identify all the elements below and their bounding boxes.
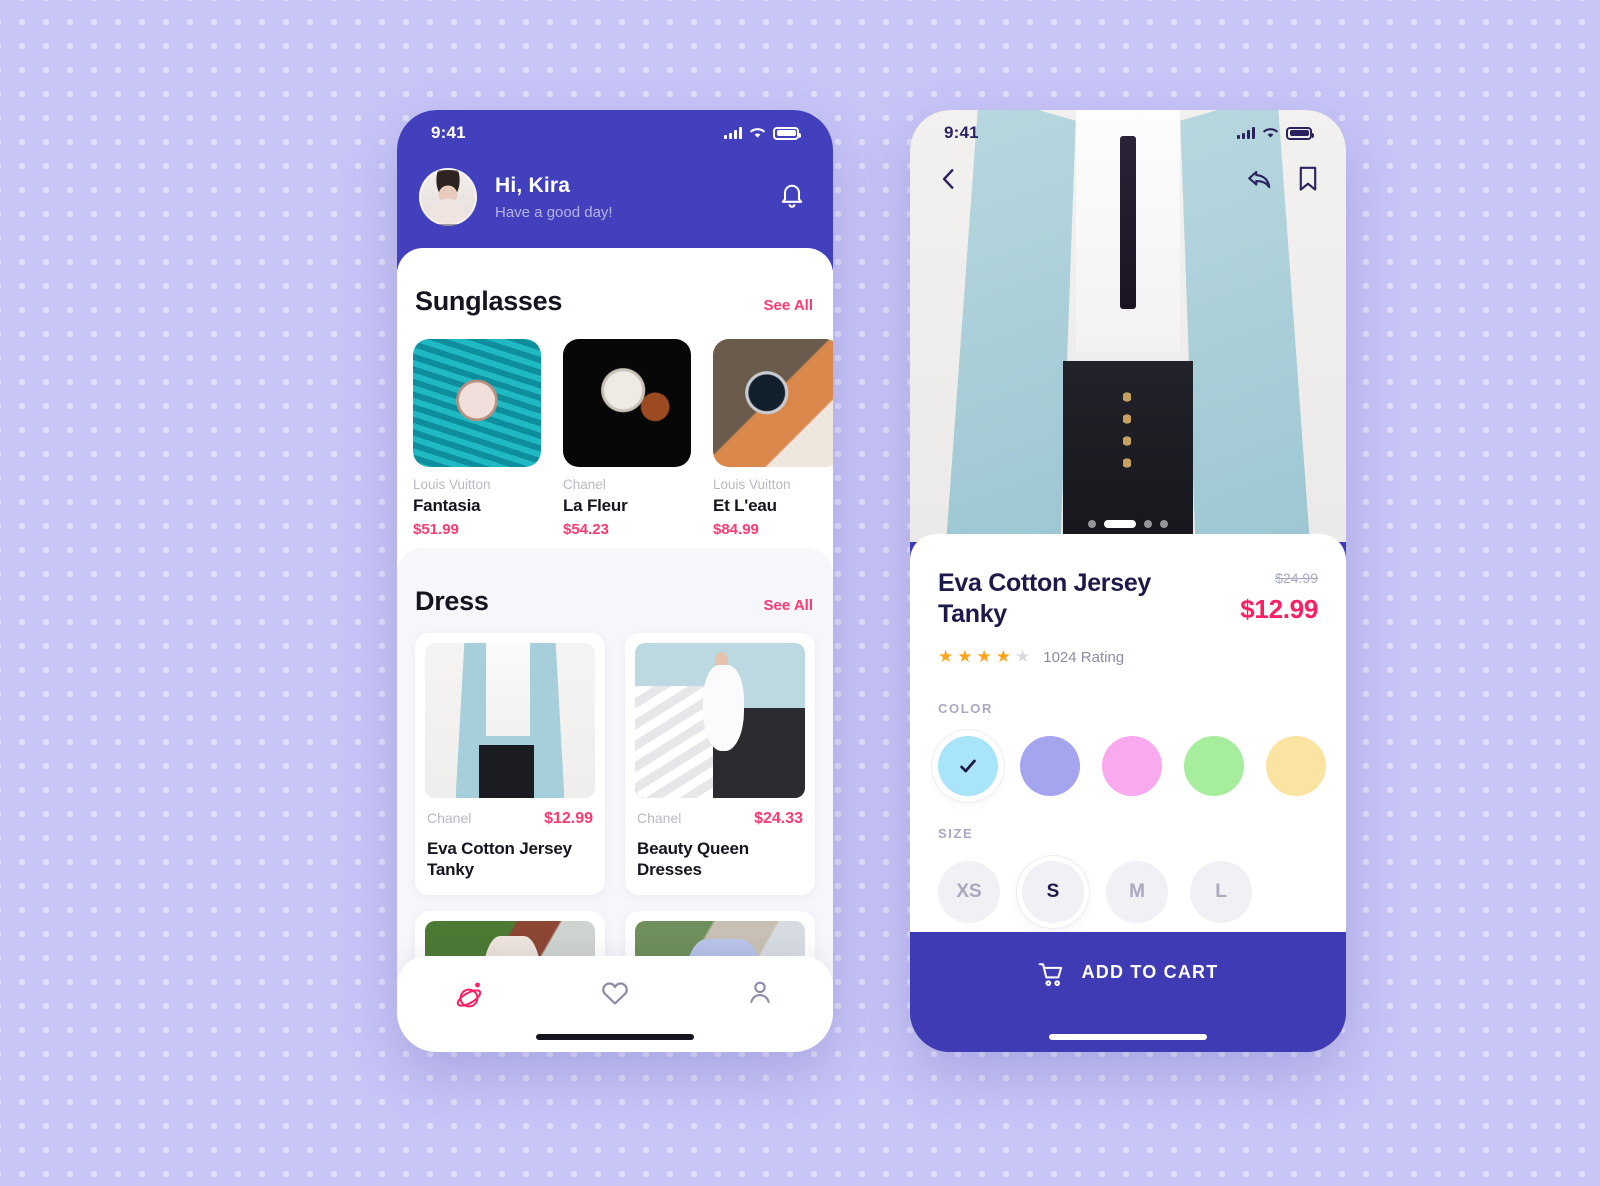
home-indicator: [536, 1034, 694, 1040]
rating-count: 1024 Rating: [1043, 648, 1125, 666]
gallery-dot[interactable]: [1160, 520, 1168, 528]
cellular-signal-icon: [1237, 127, 1255, 139]
battery-icon: [1286, 126, 1314, 140]
price-block: $24.99 $12.99: [1240, 568, 1318, 625]
product-name: Et L'eau: [713, 496, 777, 515]
product-brand: Chanel: [427, 810, 472, 826]
shopping-cart-icon: [1038, 962, 1066, 993]
star-rating: ★ ★ ★ ★ ★: [938, 647, 1031, 667]
see-all-link-dress[interactable]: See All: [764, 597, 813, 614]
gallery-dot-active[interactable]: [1104, 520, 1136, 528]
product-name: Eva Cotton Jersey Tanky: [427, 839, 572, 880]
size-options: XS S M L: [938, 861, 1318, 923]
greeting-name: Hi, Kira: [495, 173, 571, 197]
current-price: $12.99: [1240, 594, 1318, 624]
product-thumbnail: [413, 339, 541, 467]
battery-icon: [773, 126, 801, 140]
star-icon: ★: [957, 647, 974, 666]
product-price: $84.99: [713, 521, 759, 538]
product-card[interactable]: Louis Vuitton Et L'eau $84.99: [713, 339, 833, 538]
chevron-left-icon[interactable]: [936, 166, 962, 197]
check-icon: [960, 759, 976, 773]
product-card[interactable]: Louis Vuitton Fantasia $51.99: [413, 339, 541, 538]
wifi-icon: [1262, 127, 1279, 139]
status-bar-icons: [1237, 126, 1314, 140]
color-swatch-light-blue[interactable]: [938, 736, 998, 796]
product-price: $54.23: [563, 521, 609, 538]
section-sunglasses: Sunglasses See All Louis Vuitton Fantasi…: [397, 248, 833, 548]
phone-product-detail: 9:41 Eva Cotton Jersey Tanky $24.99 $12.…: [910, 110, 1346, 1052]
see-all-link-sunglasses[interactable]: See All: [764, 297, 813, 314]
rating-row: ★ ★ ★ ★ ★ 1024 Rating: [938, 647, 1318, 667]
product-brand: Chanel: [563, 477, 606, 492]
section-title: Sunglasses: [415, 286, 563, 316]
product-thumbnail: [563, 339, 691, 467]
star-icon-empty: ★: [1015, 647, 1032, 666]
product-thumbnail: [635, 643, 805, 798]
product-brand: Chanel: [637, 810, 682, 826]
product-thumbnail: [425, 643, 595, 798]
greeting-subtitle: Have a good day!: [495, 203, 613, 221]
bell-icon[interactable]: [779, 182, 805, 215]
home-indicator: [1049, 1034, 1207, 1040]
star-icon: ★: [995, 647, 1012, 666]
detail-top-bar: [910, 154, 1346, 208]
color-swatch-yellow[interactable]: [1266, 736, 1326, 796]
product-brand: Louis Vuitton: [713, 477, 791, 492]
share-reply-icon[interactable]: [1246, 166, 1274, 197]
color-label: COLOR: [938, 701, 993, 716]
status-bar-detail: 9:41: [910, 110, 1346, 156]
product-price: $24.33: [754, 810, 803, 827]
section-header-sunglasses: Sunglasses See All: [397, 248, 833, 317]
color-swatch-periwinkle[interactable]: [1020, 736, 1080, 796]
sunglasses-product-row[interactable]: Louis Vuitton Fantasia $51.99 Chanel La …: [397, 317, 833, 538]
size-option-s[interactable]: S: [1022, 861, 1084, 923]
add-to-cart-label: ADD TO CART: [1081, 962, 1219, 982]
gallery-dot[interactable]: [1144, 520, 1152, 528]
star-icon: ★: [938, 647, 955, 666]
product-title-row: Eva Cotton Jersey Tanky $24.99 $12.99: [938, 568, 1318, 629]
old-price: $24.99: [1275, 570, 1318, 586]
size-option-m[interactable]: M: [1106, 861, 1168, 923]
greeting-block: Hi, Kira Have a good day!: [419, 168, 613, 226]
product-name: Fantasia: [413, 496, 481, 515]
phone-home-screen: 9:41 Hi, Kira Have a good day! Sunglasse…: [397, 110, 833, 1052]
product-price: $51.99: [413, 521, 459, 538]
status-bar-icons: [724, 126, 801, 140]
cellular-signal-icon: [724, 127, 742, 139]
star-icon: ★: [976, 647, 993, 666]
product-name: Beauty Queen Dresses: [637, 839, 749, 880]
status-bar-time: 9:41: [431, 123, 466, 142]
product-name: La Fleur: [563, 496, 628, 515]
product-card[interactable]: Chanel $24.33 Beauty Queen Dresses: [625, 633, 815, 895]
color-swatch-pink[interactable]: [1102, 736, 1162, 796]
gallery-dot[interactable]: [1088, 520, 1096, 528]
product-brand: Louis Vuitton: [413, 477, 491, 492]
avatar[interactable]: [419, 168, 477, 226]
color-swatches: [938, 736, 1326, 796]
tab-favorites[interactable]: [580, 978, 650, 1008]
tab-profile[interactable]: [725, 978, 795, 1006]
product-detail-panel: Eva Cotton Jersey Tanky $24.99 $12.99 ★ …: [910, 534, 1346, 940]
color-swatch-green[interactable]: [1184, 736, 1244, 796]
product-thumbnail: [713, 339, 833, 467]
section-title: Dress: [415, 586, 489, 616]
status-bar-home: 9:41: [397, 110, 833, 156]
product-card[interactable]: Chanel La Fleur $54.23: [563, 339, 691, 538]
product-card[interactable]: Chanel $12.99 Eva Cotton Jersey Tanky: [415, 633, 605, 895]
section-header-dress: Dress See All: [397, 548, 833, 617]
bookmark-icon[interactable]: [1296, 165, 1320, 198]
app-mockup-stage: 9:41 Hi, Kira Have a good day! Sunglasse…: [0, 0, 1600, 1186]
size-option-xs[interactable]: XS: [938, 861, 1000, 923]
status-bar-time: 9:41: [944, 123, 979, 142]
size-option-l[interactable]: L: [1190, 861, 1252, 923]
tab-home[interactable]: [435, 978, 505, 1012]
wifi-icon: [749, 127, 766, 139]
product-title: Eva Cotton Jersey Tanky: [938, 569, 1152, 628]
product-price: $12.99: [544, 810, 593, 827]
size-label: SIZE: [938, 826, 974, 841]
gallery-dots[interactable]: [1088, 520, 1168, 528]
dress-grid-row-1: Chanel $12.99 Eva Cotton Jersey Tanky Ch…: [397, 617, 833, 895]
